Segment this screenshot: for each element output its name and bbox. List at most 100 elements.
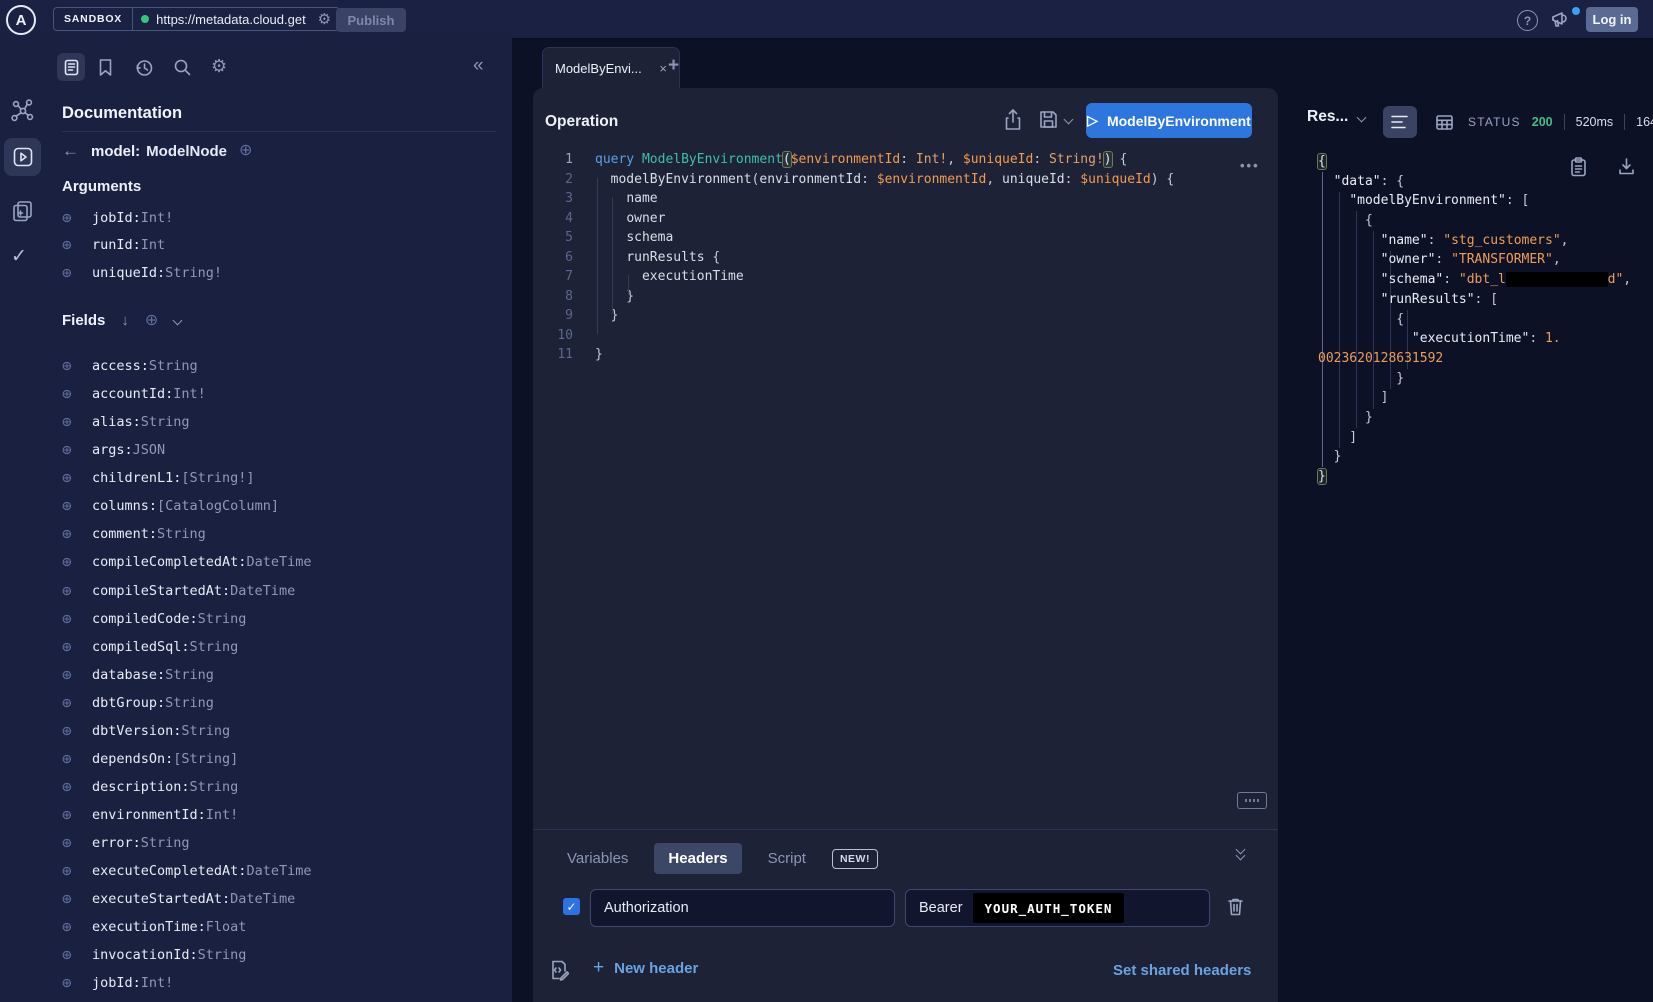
add-field-icon[interactable]: ⊕	[62, 611, 92, 627]
add-field-icon[interactable]: ⊕	[239, 143, 252, 159]
field-row[interactable]: ⊕database: String	[62, 661, 311, 689]
field-row[interactable]: ⊕dbtGroup: String	[62, 689, 311, 717]
search-icon[interactable]	[173, 58, 192, 77]
login-button[interactable]: Log in	[1586, 7, 1638, 32]
add-field-icon[interactable]: ⊕	[62, 386, 92, 402]
field-row[interactable]: ⊕dependsOn: [String]	[62, 745, 311, 773]
add-field-icon[interactable]: ⊕	[62, 442, 92, 458]
back-arrow-icon[interactable]: ←	[62, 141, 79, 161]
connection-settings-gear-icon[interactable]: ⚙	[318, 12, 331, 27]
environment-variables-icon[interactable]	[549, 959, 569, 981]
add-field-icon[interactable]: ⊕	[62, 498, 92, 514]
checks-nav-icon[interactable]: ✓	[11, 245, 27, 268]
field-row[interactable]: ⊕childrenL1: [String!]	[62, 464, 311, 492]
add-field-icon[interactable]: ⊕	[62, 695, 92, 711]
apollo-logo-icon[interactable]: A	[6, 5, 36, 35]
field-row[interactable]: ⊕alias: String	[62, 408, 311, 436]
docs-tab-icon[interactable]	[57, 53, 85, 81]
field-row[interactable]: ⊕access: String	[62, 352, 311, 380]
tab-headers[interactable]: Headers	[654, 843, 741, 874]
field-row[interactable]: ⊕dbtVersion: String	[62, 717, 311, 745]
add-field-icon[interactable]: ⊕	[62, 414, 92, 430]
add-field-icon[interactable]: ⊕	[62, 975, 92, 991]
add-field-icon[interactable]: ⊕	[62, 947, 92, 963]
operation-more-menu[interactable]: •••	[1240, 158, 1260, 173]
fields-options-chevron-icon[interactable]	[173, 316, 183, 326]
share-icon[interactable]	[1003, 108, 1023, 132]
field-row[interactable]: ⊕compiledSql: String	[62, 633, 311, 661]
field-row[interactable]: ⊕executionTime: Float	[62, 913, 311, 941]
keyboard-shortcuts-icon[interactable]	[1237, 792, 1267, 809]
add-field-icon[interactable]: ⊕	[62, 863, 92, 879]
field-row[interactable]: ⊕executeStartedAt: DateTime	[62, 885, 311, 913]
auth-token-redacted[interactable]: YOUR_AUTH_TOKEN	[973, 893, 1125, 923]
new-tab-button[interactable]: +	[668, 55, 679, 77]
breadcrumb-type[interactable]: ModelNode	[146, 143, 227, 160]
add-field-icon[interactable]: ⊕	[62, 470, 92, 486]
add-field-icon[interactable]: ⊕	[62, 554, 92, 570]
set-shared-headers-button[interactable]: Set shared headers	[1113, 962, 1251, 979]
add-field-icon[interactable]: ⊕	[62, 919, 92, 935]
schema-graph-icon[interactable]	[10, 98, 36, 124]
explorer-nav-item[interactable]	[4, 138, 41, 176]
query-editor[interactable]: 1query ModelByEnvironment($environmentId…	[533, 150, 1233, 365]
endpoint-url-input[interactable]: https://metadata.cloud.get ⚙	[133, 7, 340, 31]
collapse-panel-icon[interactable]: «	[473, 55, 484, 77]
header-key-input[interactable]: Authorization	[590, 889, 895, 927]
field-row[interactable]: ⊕comment: String	[62, 520, 311, 548]
new-header-button[interactable]: + New header	[593, 957, 698, 979]
format-response-button[interactable]	[1383, 106, 1417, 138]
delete-header-icon[interactable]	[1226, 896, 1245, 917]
field-row[interactable]: ⊕compiledCode: String	[62, 605, 311, 633]
save-icon[interactable]	[1038, 109, 1059, 130]
field-row[interactable]: ⊕compileStartedAt: DateTime	[62, 577, 311, 605]
add-field-icon[interactable]: ⊕	[62, 358, 92, 374]
add-field-icon[interactable]: ⊕	[62, 723, 92, 739]
add-field-icon[interactable]: ⊕	[62, 265, 92, 281]
save-options-chevron-icon[interactable]	[1064, 115, 1074, 125]
run-operation-button[interactable]: ▷ ModelByEnvironment	[1086, 103, 1252, 138]
field-row[interactable]: ⊕args: JSON	[62, 436, 311, 464]
history-icon[interactable]	[134, 58, 154, 78]
collapse-bottom-panel-icon[interactable]	[1237, 846, 1244, 859]
changelog-nav-icon[interactable]	[10, 198, 35, 223]
argument-row[interactable]: ⊕uniqueId: String!	[62, 259, 222, 287]
add-field-icon[interactable]: ⊕	[62, 667, 92, 683]
response-selector[interactable]: Res...	[1307, 108, 1365, 126]
field-row[interactable]: ⊕invocationId: String	[62, 941, 311, 969]
publish-button[interactable]: Publish	[336, 8, 406, 32]
add-field-icon[interactable]: ⊕	[62, 583, 92, 599]
add-field-icon[interactable]: ⊕	[62, 779, 92, 795]
field-row[interactable]: ⊕jobId: Int!	[62, 969, 311, 997]
add-all-fields-icon[interactable]: ⊕	[145, 313, 158, 329]
field-row[interactable]: ⊕environmentId: Int!	[62, 801, 311, 829]
header-enabled-checkbox[interactable]: ✓	[563, 898, 580, 915]
sort-fields-icon[interactable]: ↓	[121, 312, 129, 329]
add-field-icon[interactable]: ⊕	[62, 891, 92, 907]
argument-row[interactable]: ⊕runId: Int	[62, 232, 222, 260]
header-value-input[interactable]: Bearer YOUR_AUTH_TOKEN	[905, 889, 1210, 927]
field-row[interactable]: ⊕error: String	[62, 829, 311, 857]
add-field-icon[interactable]: ⊕	[62, 639, 92, 655]
help-icon[interactable]: ?	[1517, 10, 1538, 31]
add-field-icon[interactable]: ⊕	[62, 210, 92, 226]
add-field-icon[interactable]: ⊕	[62, 526, 92, 542]
tab-variables[interactable]: Variables	[567, 850, 628, 867]
announcements-icon[interactable]	[1550, 9, 1572, 29]
operation-tab[interactable]: ModelByEnvi... ×	[542, 47, 680, 89]
settings-gear-icon[interactable]: ⚙	[211, 57, 227, 75]
field-row[interactable]: ⊕accountId: Int!	[62, 380, 311, 408]
add-field-icon[interactable]: ⊕	[62, 835, 92, 851]
field-row[interactable]: ⊕executeCompletedAt: DateTime	[62, 857, 311, 885]
tab-script[interactable]: Script	[768, 850, 806, 867]
add-field-icon[interactable]: ⊕	[62, 807, 92, 823]
table-view-button[interactable]	[1427, 106, 1461, 138]
bookmarks-icon[interactable]	[97, 58, 114, 77]
add-field-icon[interactable]: ⊕	[62, 751, 92, 767]
field-row[interactable]: ⊕compileCompletedAt: DateTime	[62, 548, 311, 576]
add-field-icon[interactable]: ⊕	[62, 237, 92, 253]
argument-row[interactable]: ⊕jobId: Int!	[62, 204, 222, 232]
endpoint-url[interactable]: https://metadata.cloud.get	[156, 12, 311, 27]
field-row[interactable]: ⊕description: String	[62, 773, 311, 801]
field-row[interactable]: ⊕columns: [CatalogColumn]	[62, 492, 311, 520]
